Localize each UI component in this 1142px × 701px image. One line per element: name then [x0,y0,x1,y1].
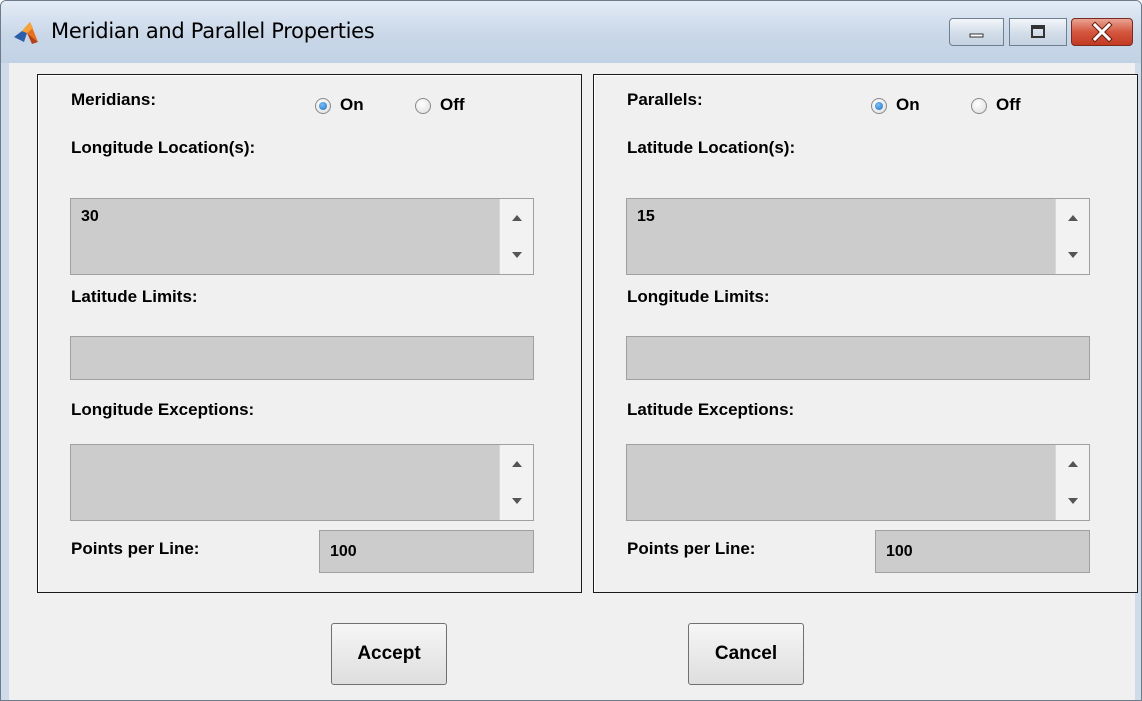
parallels-on-radio[interactable] [871,98,887,114]
latitude-limits-label: Latitude Limits: [71,287,198,306]
latitude-exceptions-label: Latitude Exceptions: [627,400,795,419]
parallels-points-field[interactable]: 100 [875,530,1090,573]
latitude-limits-field[interactable] [70,336,534,380]
arrow-up-icon[interactable] [512,215,522,221]
longitude-locations-field[interactable]: 30 [70,198,534,275]
longitude-exceptions-label: Longitude Exceptions: [71,400,255,419]
latitude-locations-field[interactable]: 15 [626,198,1090,275]
close-icon [1091,21,1113,43]
meridians-off-label[interactable]: Off [440,95,465,115]
arrow-down-icon[interactable] [512,252,522,258]
meridians-points-label: Points per Line: [71,539,200,558]
arrow-up-icon[interactable] [512,461,522,467]
matlab-membrane-icon [14,22,38,44]
cancel-button[interactable]: Cancel [688,623,804,685]
longitude-exceptions-field[interactable] [70,444,534,521]
meridians-points-field[interactable]: 100 [319,530,534,573]
latitude-locations-label: Latitude Location(s): [627,138,796,157]
title-bar[interactable]: Meridian and Parallel Properties [1,1,1141,63]
longitude-exceptions-scrollbar[interactable] [499,445,533,520]
longitude-limits-label: Longitude Limits: [627,287,770,306]
accept-button[interactable]: Accept [331,623,447,685]
meridians-on-label[interactable]: On [340,95,364,115]
maximize-button[interactable] [1009,18,1067,46]
dialog-window: Meridian and Parallel Properties Meridia… [0,0,1142,701]
parallels-points-value: 100 [886,543,913,560]
longitude-locations-scrollbar[interactable] [499,199,533,274]
minimize-icon [969,33,984,38]
parallels-label: Parallels: [627,90,703,109]
parallels-off-radio[interactable] [971,98,987,114]
meridians-label: Meridians: [71,90,157,109]
arrow-down-icon[interactable] [1068,252,1078,258]
arrow-up-icon[interactable] [1068,461,1078,467]
latitude-locations-scrollbar[interactable] [1055,199,1089,274]
longitude-locations-value: 30 [81,208,99,225]
latitude-exceptions-scrollbar[interactable] [1055,445,1089,520]
latitude-exceptions-field[interactable] [626,444,1090,521]
dialog-client-area: Meridians: On Off Longitude Location(s):… [9,63,1138,700]
parallels-panel: Parallels: On Off Latitude Location(s): … [593,74,1138,593]
minimize-button[interactable] [949,18,1004,46]
parallels-off-label[interactable]: Off [996,95,1021,115]
window-title: Meridian and Parallel Properties [51,19,375,43]
arrow-down-icon[interactable] [512,498,522,504]
arrow-up-icon[interactable] [1068,215,1078,221]
longitude-locations-label: Longitude Location(s): [71,138,256,157]
parallels-points-label: Points per Line: [627,539,756,558]
meridians-on-radio[interactable] [315,98,331,114]
parallels-on-label[interactable]: On [896,95,920,115]
latitude-locations-value: 15 [637,208,655,225]
maximize-icon [1031,25,1045,38]
meridians-panel: Meridians: On Off Longitude Location(s):… [37,74,582,593]
meridians-points-value: 100 [330,543,357,560]
meridians-off-radio[interactable] [415,98,431,114]
longitude-limits-field[interactable] [626,336,1090,380]
close-button[interactable] [1071,18,1133,46]
arrow-down-icon[interactable] [1068,498,1078,504]
